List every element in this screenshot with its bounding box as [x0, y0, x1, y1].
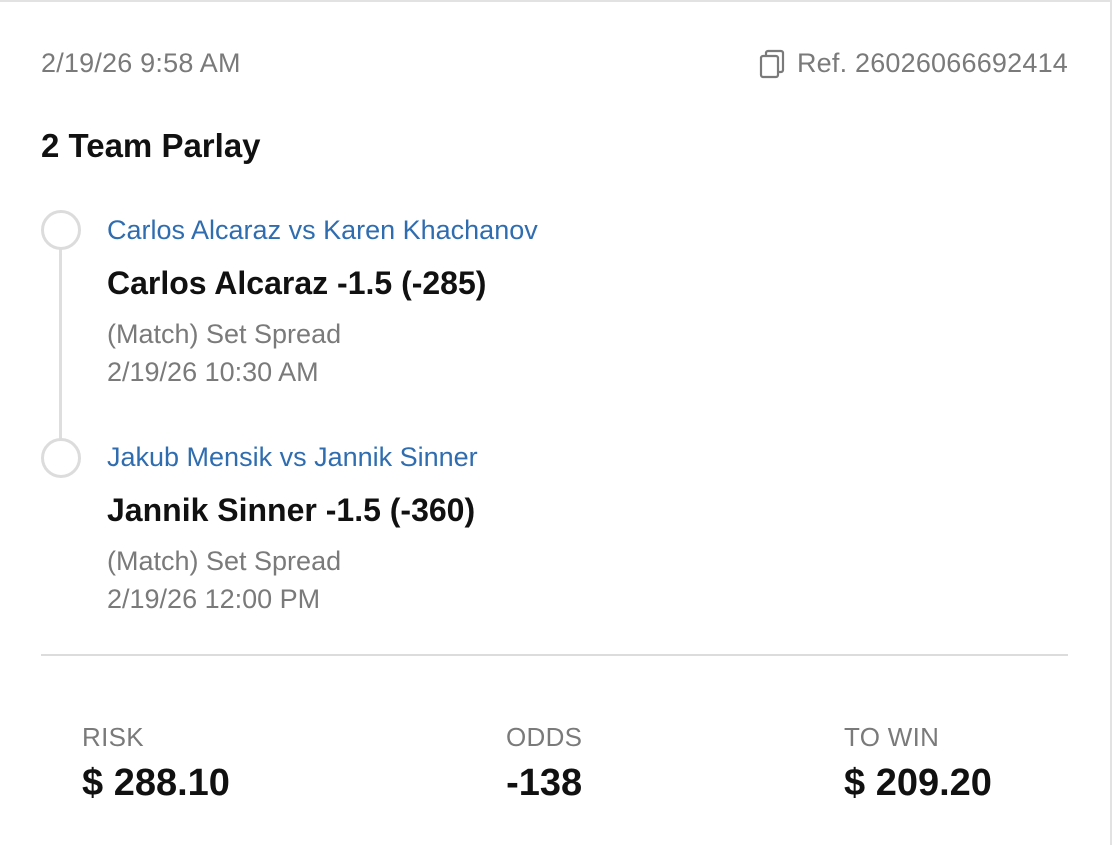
parlay-leg-1: Carlos Alcaraz vs Karen Khachanov Carlos…: [107, 212, 1007, 391]
leg-matchup-link[interactable]: Carlos Alcaraz vs Karen Khachanov: [107, 212, 1007, 248]
to-win-stat: TO WIN $ 209.20: [844, 720, 992, 806]
bet-type-title: 2 Team Parlay: [41, 127, 261, 164]
reference-label: Ref. 26026066692414: [796, 48, 1068, 78]
to-win-label: TO WIN: [844, 722, 940, 752]
leg-market: (Match) Set Spread: [107, 546, 342, 576]
copy-icon[interactable]: [759, 49, 785, 79]
bet-slip-card: 2/19/26 9:58 AM Ref. 26026066692414 2 Te…: [0, 0, 1112, 845]
bet-header: 2/19/26 9:58 AM Ref. 26026066692414: [41, 48, 1068, 82]
leg-event-time: 2/19/26 10:30 AM: [107, 357, 319, 387]
leg-matchup-link[interactable]: Jakub Mensik vs Jannik Sinner: [107, 439, 1007, 475]
parlay-leg-2: Jakub Mensik vs Jannik Sinner Jannik Sin…: [107, 439, 1007, 618]
leg-status-circle-icon: [41, 438, 81, 478]
leg-status-circle-icon: [41, 210, 81, 250]
risk-stat: RISK $ 288.10: [82, 720, 230, 806]
odds-label: ODDS: [506, 722, 583, 752]
odds-value: -138: [506, 762, 583, 804]
leg-pick: Jannik Sinner -1.5 (-360): [107, 492, 476, 528]
risk-value: $ 288.10: [82, 762, 230, 804]
leg-event-time: 2/19/26 12:00 PM: [107, 584, 321, 614]
section-divider: [41, 654, 1068, 656]
to-win-value: $ 209.20: [844, 762, 992, 804]
risk-label: RISK: [82, 722, 144, 752]
reference-number: Ref. 26026066692414: [759, 48, 1068, 79]
placed-datetime: 2/19/26 9:58 AM: [41, 48, 241, 78]
leg-market: (Match) Set Spread: [107, 319, 342, 349]
timeline-connector: [59, 248, 62, 440]
leg-pick: Carlos Alcaraz -1.5 (-285): [107, 265, 487, 301]
odds-stat: ODDS -138: [506, 720, 582, 806]
